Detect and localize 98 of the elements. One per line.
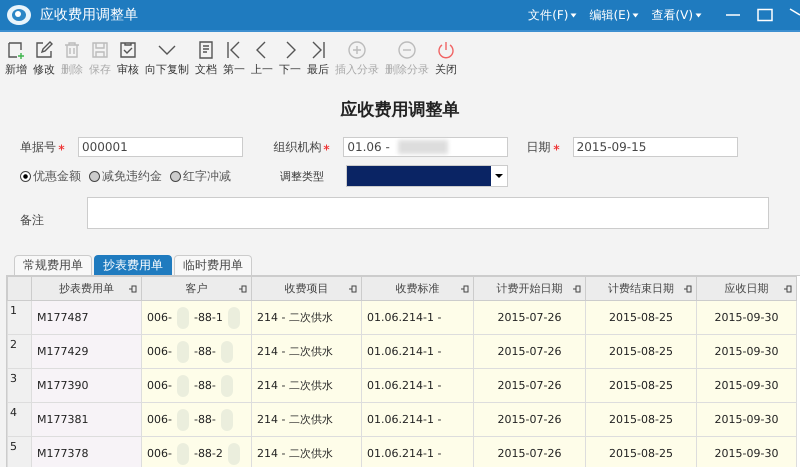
- table-cell-text: 006-: [147, 413, 172, 426]
- toolbar-button[interactable]: 关闭: [432, 40, 460, 88]
- input-field[interactable]: 000001: [78, 137, 243, 157]
- pin-icon[interactable]: [348, 285, 357, 293]
- table-cell-text: -88-: [194, 345, 216, 358]
- table-cell: 214 - 二次供水: [252, 436, 362, 467]
- form-title: 应收费用调整单: [339, 99, 460, 121]
- app-logo-icon: [6, 4, 32, 26]
- pin-icon[interactable]: [128, 285, 137, 293]
- table-cell: M177381: [32, 402, 142, 436]
- row-number: 5: [8, 436, 32, 467]
- column-header[interactable]: 收费项目: [252, 276, 362, 300]
- dropdown-arrow-icon: [493, 172, 505, 180]
- table-cell: 2015-09-30: [696, 300, 796, 334]
- input-field[interactable]: 01.06 -: [343, 137, 508, 157]
- toolbar-button[interactable]: 新增: [2, 40, 30, 88]
- field-label: 组织机构: [273, 138, 322, 156]
- table-cell: 2015-07-26: [474, 334, 586, 368]
- input-field[interactable]: 2015-09-15: [572, 137, 738, 157]
- row-number: 2: [8, 334, 32, 368]
- plus-circle-icon: [346, 40, 368, 60]
- toolbar-button[interactable]: 向下复制: [142, 40, 192, 88]
- table-cell: 01.06.214-1 -: [362, 402, 474, 436]
- table-cell: 2015-08-25: [586, 334, 696, 368]
- column-header[interactable]: 应收日期: [696, 276, 796, 300]
- table-cell: M177378: [32, 436, 142, 467]
- toolbar-button[interactable]: 上一: [248, 40, 276, 88]
- dropdown-arrow-icon: [570, 12, 578, 18]
- maximize-icon[interactable]: [756, 8, 774, 22]
- radio-button[interactable]: 红字冲减: [170, 168, 239, 184]
- table-cell-text: 006-: [147, 311, 172, 324]
- table-cell: 01.06.214-1 -: [362, 436, 474, 467]
- table-cell: 2015-07-26: [474, 402, 586, 436]
- table-cell-text: -88-: [194, 413, 216, 426]
- toolbar-button[interactable]: 下一: [276, 40, 304, 88]
- table-cell: 2015-08-25: [586, 300, 696, 334]
- radio-button[interactable]: 减免违约金: [89, 168, 170, 184]
- field-label: 调整类型: [280, 168, 325, 184]
- radio-button[interactable]: 优惠金额: [20, 168, 89, 184]
- table-cell-text: -88-: [194, 379, 216, 392]
- table-cell: 2015-08-25: [586, 368, 696, 402]
- tab[interactable]: 抄表费用单: [94, 255, 172, 275]
- pin-icon[interactable]: [683, 285, 692, 293]
- table-cell: 2015-09-30: [696, 368, 796, 402]
- column-header[interactable]: 计费结束日期: [586, 276, 696, 300]
- table-cell: 214 - 二次供水: [252, 402, 362, 436]
- pin-icon[interactable]: [572, 285, 581, 293]
- toolbar-button[interactable]: 审核: [114, 40, 142, 88]
- table-cell: 2015-08-25: [586, 402, 696, 436]
- row-number: 1: [8, 300, 32, 334]
- table-cell: 01.06.214-1 -: [362, 334, 474, 368]
- table-cell: 2015-09-30: [696, 334, 796, 368]
- table-cell: M177487: [32, 300, 142, 334]
- column-header[interactable]: 收费标准: [362, 276, 474, 300]
- minus-circle-icon: [396, 40, 418, 60]
- table-cell-text: 006-: [147, 379, 172, 392]
- row-number: 3: [8, 368, 32, 402]
- toolbar-button[interactable]: 文档: [192, 40, 220, 88]
- row-number: 4: [8, 402, 32, 436]
- toolbar-button[interactable]: 第一: [220, 40, 248, 88]
- column-header[interactable]: 抄表费用单: [32, 276, 142, 300]
- table-cell-text: 006-: [147, 447, 172, 460]
- pin-icon[interactable]: [238, 285, 247, 293]
- table-cell: 214 - 二次供水: [252, 334, 362, 368]
- toolbar-button[interactable]: 最后: [304, 40, 332, 88]
- field-label: 备注: [20, 212, 45, 228]
- menu-item[interactable]: 文件(F): [524, 6, 582, 24]
- table-cell: 214 - 二次供水: [252, 368, 362, 402]
- dropdown-field[interactable]: [346, 165, 508, 187]
- table-cell: 2015-09-30: [696, 402, 796, 436]
- dropdown-arrow-icon: [632, 12, 640, 18]
- column-header[interactable]: 计费开始日期: [474, 276, 586, 300]
- table-cell: 214 - 二次供水: [252, 300, 362, 334]
- table-cell: 01.06.214-1 -: [362, 368, 474, 402]
- field-label: 日期: [526, 138, 551, 156]
- table-cell-text: 006-: [147, 345, 172, 358]
- field-label: 单据号: [20, 138, 56, 156]
- table-cell: M177390: [32, 368, 142, 402]
- menu-item[interactable]: 编辑(E): [585, 6, 644, 24]
- menu-item[interactable]: 查看(V): [647, 6, 706, 24]
- window-title: 应收费用调整单: [40, 6, 138, 24]
- table-cell: 2015-08-25: [586, 436, 696, 467]
- pin-icon[interactable]: [783, 285, 792, 293]
- table-cell-text: -88-1: [194, 311, 223, 324]
- table-cell: 2015-07-26: [474, 300, 586, 334]
- tab[interactable]: 常规费用单: [14, 255, 92, 275]
- tab[interactable]: 临时费用单: [174, 255, 252, 275]
- remark-field[interactable]: [87, 197, 769, 229]
- table-cell: M177429: [32, 334, 142, 368]
- column-header[interactable]: 客户: [142, 276, 252, 300]
- dropdown-arrow-icon: [695, 12, 702, 18]
- table-cell: 2015-07-26: [474, 436, 586, 467]
- pin-icon[interactable]: [460, 285, 469, 293]
- table-cell: 2015-09-30: [696, 436, 796, 467]
- table-cell: 2015-07-26: [474, 368, 586, 402]
- table-cell-text: -88-2: [194, 447, 223, 460]
- toolbar-button[interactable]: 修改: [30, 40, 58, 88]
- table-cell: 01.06.214-1 -: [362, 300, 474, 334]
